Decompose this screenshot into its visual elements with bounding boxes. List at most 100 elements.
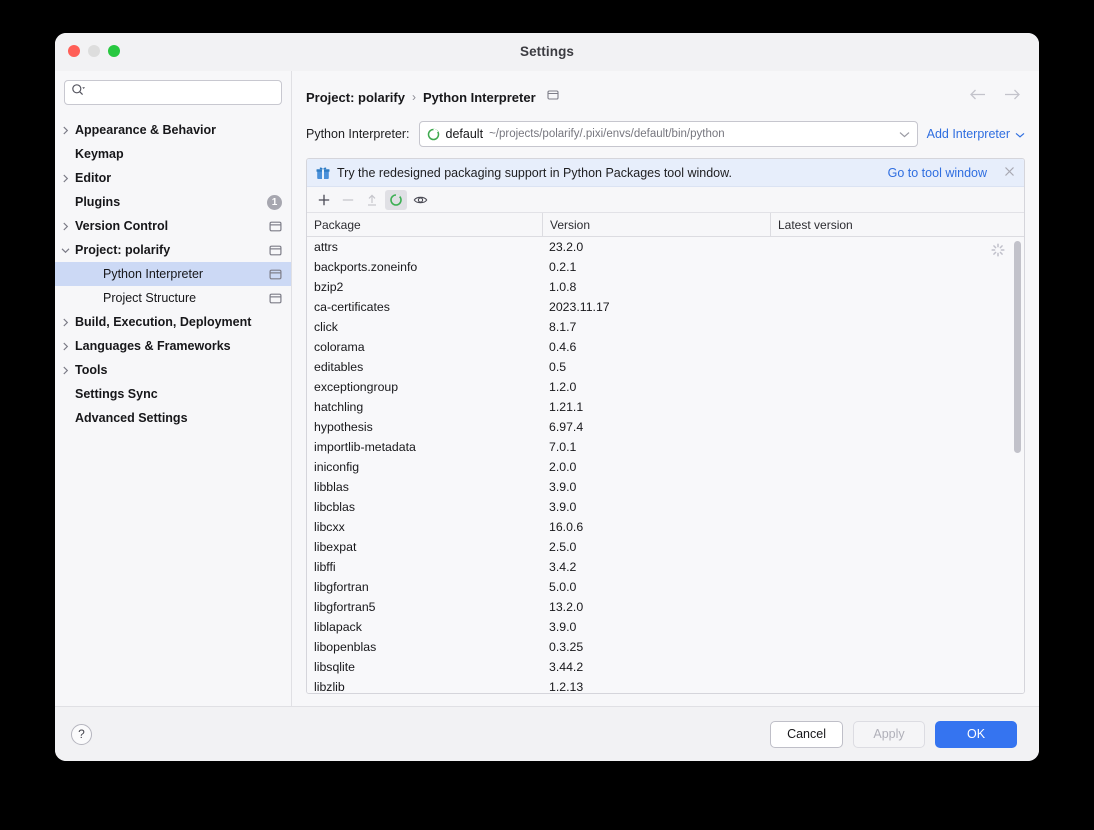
table-row[interactable]: attrs 23.2.0: [307, 237, 1024, 257]
sidebar-item-project-structure[interactable]: Project Structure: [55, 286, 291, 310]
conda-env-icon: [427, 128, 440, 141]
chevron-right-icon[interactable]: [55, 366, 75, 375]
sidebar-item-label: Settings Sync: [75, 387, 158, 401]
cell-version: 3.9.0: [549, 500, 577, 514]
chevron-right-icon[interactable]: [55, 126, 75, 135]
cell-version: 3.9.0: [549, 480, 577, 494]
cell-package: importlib-metadata: [314, 440, 416, 454]
cell-version: 3.44.2: [549, 660, 584, 674]
table-row[interactable]: libsqlite 3.44.2: [307, 657, 1024, 677]
column-header-latest-version[interactable]: Latest version: [770, 213, 1024, 236]
close-icon[interactable]: [994, 165, 1015, 180]
navigation-arrows: [969, 88, 1025, 106]
sidebar-item-keymap[interactable]: Keymap: [55, 142, 291, 166]
sidebar-item-project-polarify[interactable]: Project: polarify: [55, 238, 291, 262]
sidebar-item-languages-frameworks[interactable]: Languages & Frameworks: [55, 334, 291, 358]
sidebar-item-label: Plugins: [75, 195, 121, 209]
table-row[interactable]: ca-certificates 2023.11.17: [307, 297, 1024, 317]
table-row[interactable]: libblas 3.9.0: [307, 477, 1024, 497]
column-header-version[interactable]: Version: [542, 213, 770, 236]
breadcrumb-root[interactable]: Project: polarify: [306, 90, 405, 105]
window-body: Appearance & Behavior Keymap Editor Plugins…: [55, 71, 1039, 706]
table-row[interactable]: hatchling 1.21.1: [307, 397, 1024, 417]
ok-button[interactable]: OK: [935, 720, 1017, 748]
sidebar-item-label: Version Control: [75, 219, 169, 233]
cell-version: 0.3.25: [549, 640, 584, 654]
cell-version: 1.21.1: [549, 400, 584, 414]
table-row[interactable]: bzip2 1.0.8: [307, 277, 1024, 297]
help-button[interactable]: ?: [71, 723, 92, 745]
cell-version: 23.2.0: [549, 240, 584, 254]
table-row[interactable]: editables 0.5: [307, 357, 1024, 377]
sidebar-item-settings-sync[interactable]: Settings Sync: [55, 382, 291, 406]
table-row[interactable]: iniconfig 2.0.0: [307, 457, 1024, 477]
chevron-right-icon[interactable]: [55, 174, 75, 183]
table-row[interactable]: libgfortran5 13.2.0: [307, 597, 1024, 617]
sidebar-item-appearance-behavior[interactable]: Appearance & Behavior: [55, 118, 291, 142]
chevron-right-icon[interactable]: [55, 318, 75, 327]
sidebar-item-python-interpreter[interactable]: Python Interpreter: [55, 262, 291, 286]
packages-vertical-scrollbar[interactable]: [1014, 241, 1021, 453]
sidebar-item-build-execution-deployment[interactable]: Build, Execution, Deployment: [55, 310, 291, 334]
chevron-right-icon[interactable]: [55, 222, 75, 231]
cancel-button[interactable]: Cancel: [770, 720, 843, 748]
sidebar-item-label: Appearance & Behavior: [75, 123, 217, 137]
interpreter-combobox[interactable]: default ~/projects/polarify/.pixi/envs/d…: [418, 121, 918, 147]
table-row[interactable]: hypothesis 6.97.4: [307, 417, 1024, 437]
back-arrow-icon[interactable]: [969, 88, 987, 106]
search-box[interactable]: [64, 80, 282, 105]
add-package-button[interactable]: [313, 190, 335, 210]
table-row[interactable]: backports.zoneinfo 0.2.1: [307, 257, 1024, 277]
table-row[interactable]: importlib-metadata 7.0.1: [307, 437, 1024, 457]
dialog-footer: ? Cancel Apply OK: [55, 706, 1039, 761]
cell-package: libgfortran: [314, 580, 369, 594]
show-early-releases-button[interactable]: [409, 190, 431, 210]
loading-spinner-icon: [390, 193, 402, 206]
loading-spinner-icon: [991, 243, 1005, 262]
cell-package: libsqlite: [314, 660, 356, 674]
table-row[interactable]: libopenblas 0.3.25: [307, 637, 1024, 657]
packages-table-scroll[interactable]: attrs 23.2.0 backports.zoneinfo 0.2.1 bzip2 1…: [307, 237, 1024, 693]
column-header-package[interactable]: Package: [307, 213, 542, 236]
refresh-packages-button[interactable]: [385, 189, 407, 210]
sidebar-item-label: Languages & Frameworks: [75, 339, 231, 353]
table-row[interactable]: libcblas 3.9.0: [307, 497, 1024, 517]
table-row[interactable]: libcxx 16.0.6: [307, 517, 1024, 537]
table-row[interactable]: liblapack 3.9.0: [307, 617, 1024, 637]
sidebar-item-advanced-settings[interactable]: Advanced Settings: [55, 406, 291, 430]
sidebar-item-editor[interactable]: Editor: [55, 166, 291, 190]
upgrade-package-button[interactable]: [361, 190, 383, 210]
table-row[interactable]: libffi 3.4.2: [307, 557, 1024, 577]
cell-version: 13.2.0: [549, 600, 584, 614]
sidebar-item-label: Build, Execution, Deployment: [75, 315, 252, 329]
cell-package: iniconfig: [314, 460, 360, 474]
packaging-promo-banner: Try the redesigned packaging support in …: [307, 159, 1024, 187]
cell-package: libzlib: [314, 680, 345, 693]
search-input[interactable]: [89, 81, 275, 104]
table-row[interactable]: libzlib 1.2.13: [307, 677, 1024, 693]
table-row[interactable]: libexpat 2.5.0: [307, 537, 1024, 557]
window-title: Settings: [519, 44, 575, 59]
table-row[interactable]: libgfortran 5.0.0: [307, 577, 1024, 597]
add-interpreter-label: Add Interpreter: [926, 127, 1010, 141]
add-interpreter-button[interactable]: Add Interpreter: [927, 127, 1025, 141]
sidebar-item-tools[interactable]: Tools: [55, 358, 291, 382]
table-row[interactable]: colorama 0.4.6: [307, 337, 1024, 357]
cell-package: editables: [314, 360, 364, 374]
apply-button[interactable]: Apply: [853, 720, 925, 748]
remove-package-button[interactable]: [337, 190, 359, 210]
go-to-tool-window-link[interactable]: Go to tool window: [888, 166, 987, 180]
cell-version: 2.0.0: [549, 460, 577, 474]
cell-package: bzip2: [314, 280, 344, 294]
sidebar-item-version-control[interactable]: Version Control: [55, 214, 291, 238]
table-row[interactable]: exceptiongroup 1.2.0: [307, 377, 1024, 397]
sidebar-item-label: Editor: [75, 171, 112, 185]
cell-package: ca-certificates: [314, 300, 390, 314]
sidebar-item-plugins[interactable]: Plugins 1: [55, 190, 291, 214]
chevron-right-icon[interactable]: [55, 342, 75, 351]
forward-arrow-icon[interactable]: [1003, 88, 1021, 106]
settings-sidebar: Appearance & Behavior Keymap Editor Plugins…: [55, 71, 292, 706]
table-row[interactable]: click 8.1.7: [307, 317, 1024, 337]
chevron-down-icon[interactable]: [893, 125, 910, 143]
chevron-down-icon[interactable]: [55, 246, 75, 255]
